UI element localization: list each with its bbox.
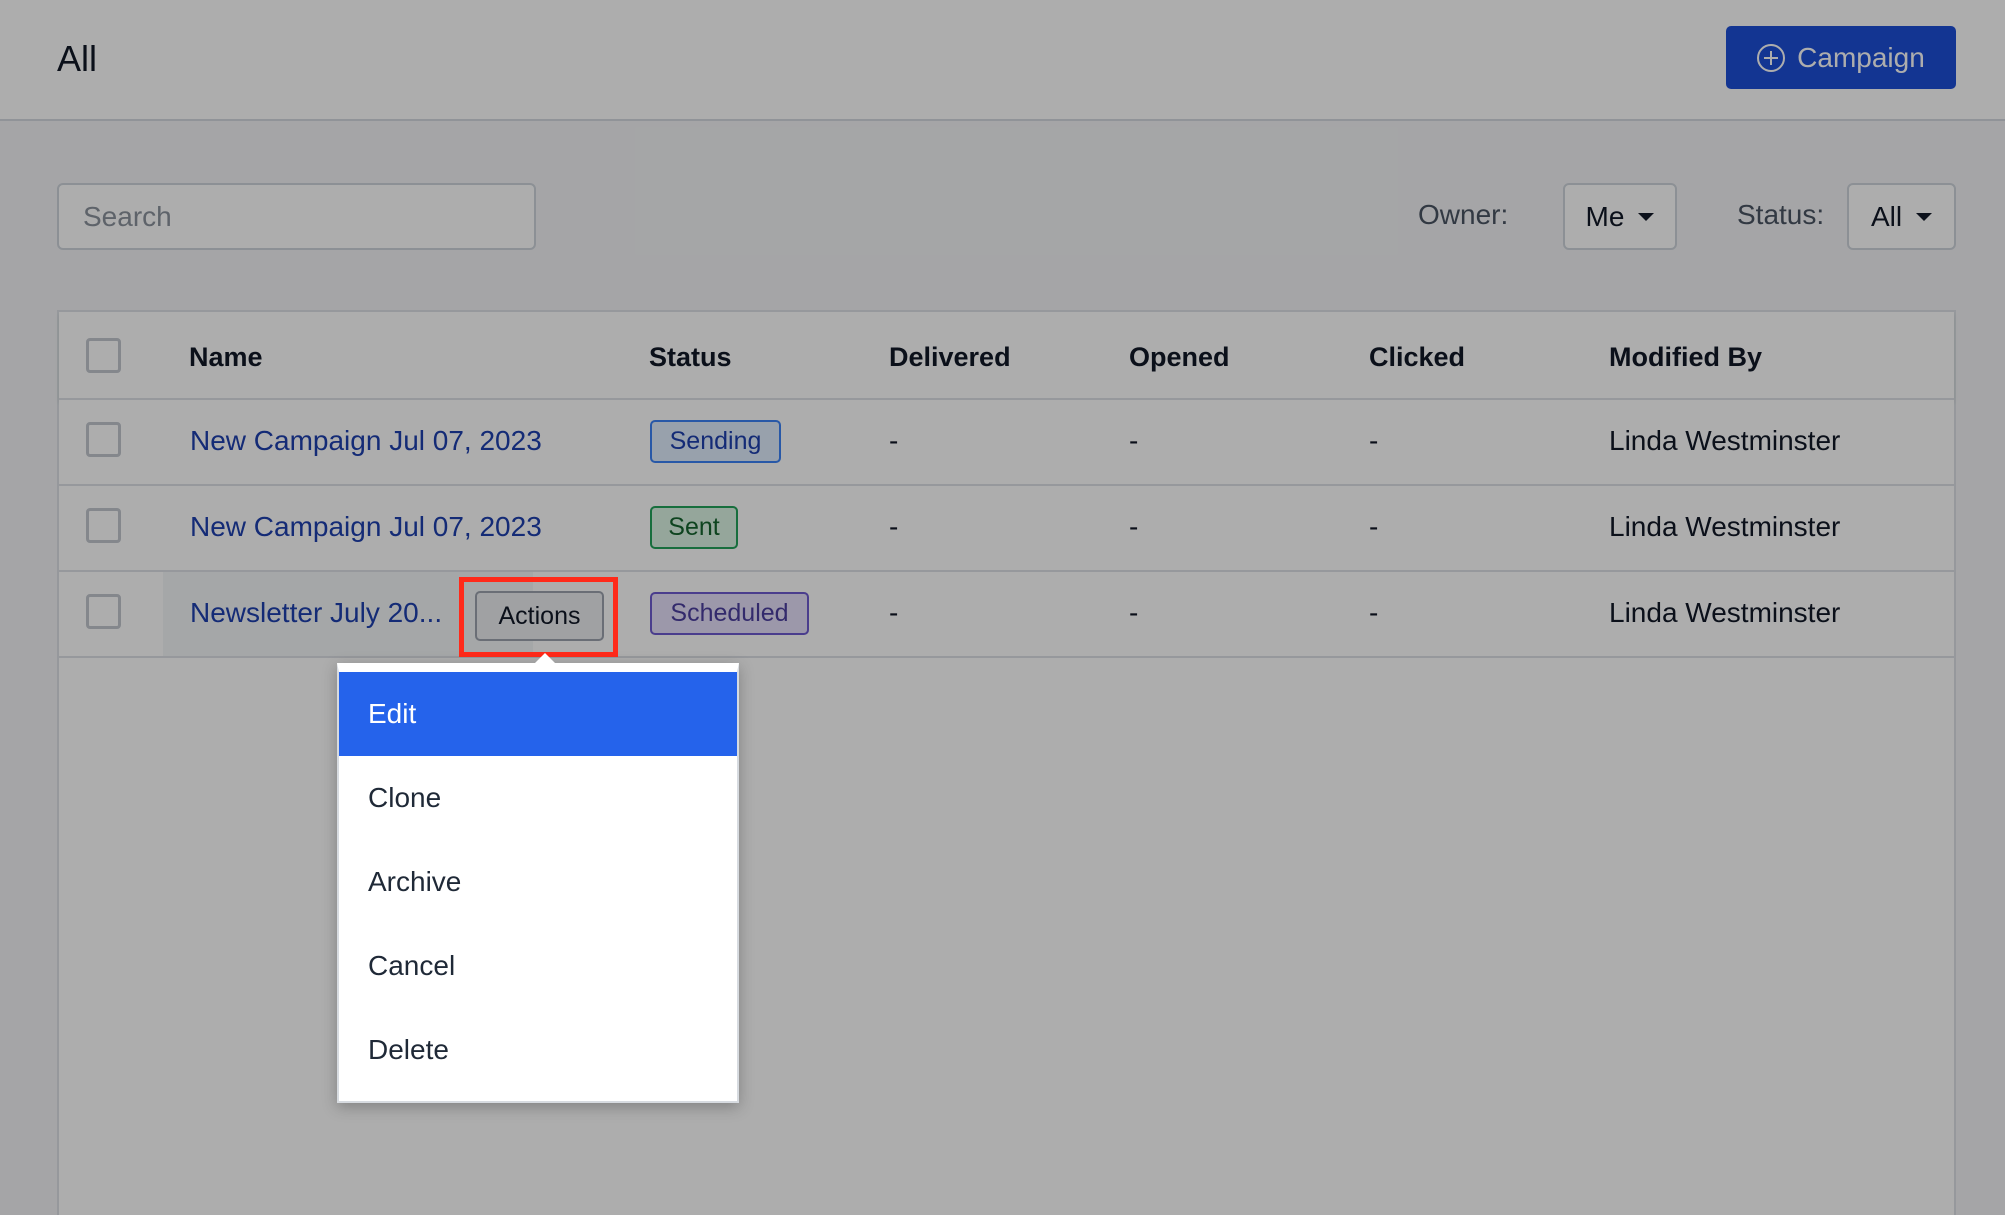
delivered-value: - <box>889 511 899 542</box>
status-filter-label: Status: <box>1737 199 1825 230</box>
modified-by-value: Linda Westminster <box>1609 511 1841 542</box>
menu-item-edit[interactable]: Edit <box>339 672 737 756</box>
clicked-value: - <box>1369 425 1379 456</box>
page-title: All <box>57 38 98 79</box>
row-checkbox[interactable] <box>86 508 121 543</box>
table-row: Newsletter July 20... Actions Scheduled … <box>59 572 1954 658</box>
caret-down-icon <box>1916 212 1933 221</box>
opened-value: - <box>1129 511 1139 542</box>
search-input[interactable] <box>57 183 536 250</box>
opened-value: - <box>1129 425 1139 456</box>
menu-item-cancel[interactable]: Cancel <box>339 924 737 1008</box>
caret-down-icon <box>1638 212 1655 221</box>
select-all-checkbox[interactable] <box>86 338 121 373</box>
status-badge: Scheduled <box>650 592 809 635</box>
menu-item-archive[interactable]: Archive <box>339 840 737 924</box>
status-dropdown[interactable]: All <box>1847 183 1956 250</box>
modified-by-value: Linda Westminster <box>1609 597 1841 628</box>
owner-dropdown-value: Me <box>1585 200 1625 232</box>
column-header-clicked[interactable]: Clicked <box>1369 342 1465 373</box>
column-header-name[interactable]: Name <box>189 342 263 373</box>
campaign-name-link[interactable]: Newsletter July 20... <box>190 597 442 629</box>
top-bar: All Campaign <box>0 0 2005 121</box>
table-row: New Campaign Jul 07, 2023 Sent - - - Lin… <box>59 486 1954 572</box>
table-row: New Campaign Jul 07, 2023 Sending - - - … <box>59 400 1954 486</box>
modified-by-value: Linda Westminster <box>1609 425 1841 456</box>
actions-dropdown-menu: Edit Clone Archive Cancel Delete <box>337 653 739 1103</box>
row-checkbox[interactable] <box>86 594 121 629</box>
menu-item-delete[interactable]: Delete <box>339 1008 737 1092</box>
annotation-highlight-box <box>459 577 618 657</box>
status-badge: Sent <box>650 506 738 549</box>
column-header-modified-by[interactable]: Modified By <box>1609 342 1762 373</box>
delivered-value: - <box>889 597 899 628</box>
opened-value: - <box>1129 597 1139 628</box>
menu-item-clone[interactable]: Clone <box>339 756 737 840</box>
main-content: Owner: Me Status: All Name Status Delive… <box>0 121 2005 1215</box>
status-dropdown-value: All <box>1870 200 1903 232</box>
status-badge: Sending <box>650 420 781 463</box>
owner-filter-label: Owner: <box>1418 199 1509 230</box>
table-header: Name Status Delivered Opened Clicked Mod… <box>59 312 1954 400</box>
delivered-value: - <box>889 425 899 456</box>
column-header-opened[interactable]: Opened <box>1129 342 1230 373</box>
column-header-status[interactable]: Status <box>649 342 732 373</box>
column-header-delivered[interactable]: Delivered <box>889 342 1011 373</box>
clicked-value: - <box>1369 511 1379 542</box>
campaign-name-link[interactable]: New Campaign Jul 07, 2023 <box>190 511 542 543</box>
owner-dropdown[interactable]: Me <box>1563 183 1677 250</box>
row-checkbox[interactable] <box>86 422 121 457</box>
new-campaign-button[interactable]: Campaign <box>1726 26 1956 89</box>
new-campaign-label: Campaign <box>1797 41 1925 73</box>
campaign-name-link[interactable]: New Campaign Jul 07, 2023 <box>190 425 542 457</box>
plus-circle-icon <box>1757 43 1786 72</box>
clicked-value: - <box>1369 597 1379 628</box>
